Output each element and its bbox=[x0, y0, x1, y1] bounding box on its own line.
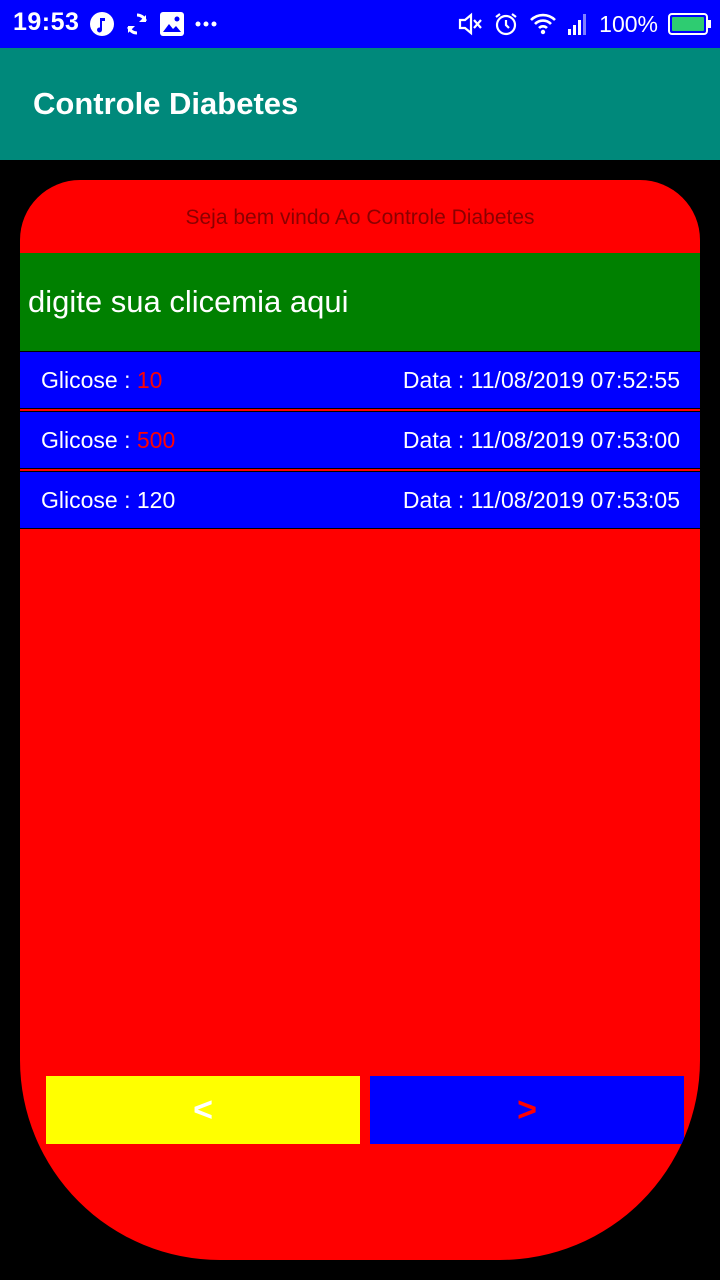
signal-icon bbox=[567, 11, 589, 37]
glucose-input[interactable]: digite sua clicemia aqui bbox=[20, 253, 700, 351]
status-bar: 19:53 100% bbox=[0, 0, 720, 48]
music-note-icon bbox=[89, 11, 115, 37]
app-title: Controle Diabetes bbox=[33, 86, 299, 121]
list-item[interactable]: Glicose : 500 Data : 11/08/2019 07:53:00 bbox=[20, 411, 700, 469]
glucose-reading: Glicose : 500 bbox=[41, 427, 175, 454]
record-date: Data : 11/08/2019 07:53:00 bbox=[402, 426, 680, 453]
record-date: Data : 11/08/2019 07:52:55 bbox=[402, 366, 680, 393]
wifi-icon bbox=[529, 11, 557, 37]
welcome-message: Seja bem vindo Ao Controle Diabetes bbox=[185, 206, 535, 229]
glucose-value: 10 bbox=[136, 366, 163, 393]
previous-button[interactable]: < bbox=[46, 1076, 360, 1144]
record-date: Data : 11/08/2019 07:53:05 bbox=[402, 486, 680, 513]
glucose-label: Glicose : bbox=[41, 486, 137, 513]
glucose-label: Glicose : bbox=[41, 426, 137, 453]
status-right-icons: 100% bbox=[457, 8, 712, 40]
battery-icon bbox=[668, 12, 712, 36]
list-item[interactable]: Glicose : 10 Data : 11/08/2019 07:52:55 bbox=[20, 351, 700, 409]
list-item[interactable]: Glicose : 120 Data : 11/08/2019 07:53:05 bbox=[20, 471, 700, 529]
image-icon bbox=[159, 11, 185, 37]
status-left-icons bbox=[89, 10, 218, 38]
status-time: 19:53 bbox=[13, 8, 80, 36]
next-button[interactable]: > bbox=[370, 1076, 684, 1144]
sync-icon bbox=[124, 11, 150, 37]
glucose-value: 500 bbox=[136, 426, 176, 453]
battery-percentage: 100% bbox=[599, 10, 658, 37]
glucose-reading: Glicose : 120 bbox=[41, 487, 175, 514]
glucose-reading: Glicose : 10 bbox=[41, 367, 162, 394]
glucose-label: Glicose : bbox=[41, 366, 137, 393]
glucose-value: 120 bbox=[136, 486, 176, 513]
glucose-records-list: Glicose : 10 Data : 11/08/2019 07:52:55 … bbox=[20, 351, 700, 531]
alarm-icon bbox=[493, 11, 519, 37]
app-bar: Controle Diabetes bbox=[0, 48, 720, 160]
mute-icon bbox=[457, 11, 483, 37]
more-dots-icon bbox=[194, 11, 218, 37]
main-panel: Seja bem vindo Ao Controle Diabetes digi… bbox=[20, 180, 700, 1260]
